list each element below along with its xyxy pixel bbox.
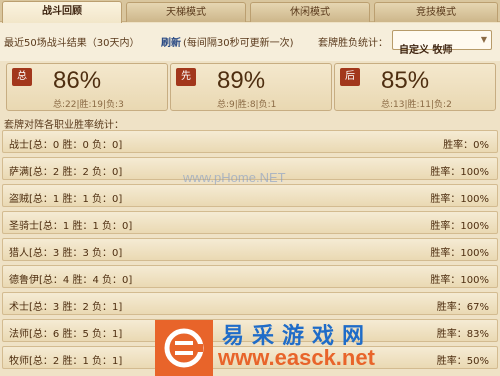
class-record: 盗贼[总：1 胜：1 负：0] [9,194,123,205]
stat-percent: 89% [217,67,266,94]
win-rate: 胜率：83% [436,329,489,340]
deck-select-value: 自定义 牧师 [399,45,453,56]
tab-battle-review[interactable]: 战斗回顾 [2,1,122,23]
class-record: 牧师[总：2 胜：1 负：1] [9,356,123,367]
list-item: 战士[总：0 胜：0 负：0] 胜率：0% [2,130,498,153]
class-record: 术士[总：3 胜：2 负：1] [9,302,123,313]
win-rate: 胜率：100% [430,221,489,232]
stat-card-first: 先 89% 总:9|胜:8|负:1 [170,63,332,111]
stat-badge: 后 [340,68,360,86]
tab-bar: 战斗回顾 天梯模式 休闲模式 竞技模式 [0,0,500,23]
stat-percent: 86% [53,67,102,94]
class-record: 法师[总：6 胜：5 负：1] [9,329,123,340]
deck-stats-label: 套牌胜负统计： [318,38,388,49]
stat-detail: 总:13|胜:11|负:2 [381,100,452,110]
chevron-down-icon: ▼ [480,35,487,44]
site-logo-url: www.easck.net [218,345,375,370]
tab-arena-mode[interactable]: 竞技模式 [374,2,498,22]
class-record: 圣骑士[总：1 胜：1 负：0] [9,221,133,232]
win-rate: 胜率：100% [430,275,489,286]
class-record: 萨满[总：2 胜：2 负：0] [9,167,123,178]
stat-detail: 总:22|胜:19|负:3 [53,100,124,110]
watermark-text: www.pHome.NET [183,170,286,185]
class-record: 德鲁伊[总：4 胜：4 负：0] [9,275,133,286]
stat-badge: 总 [12,68,32,86]
summary-label: 最近50场战斗结果（30天内） [4,38,140,49]
site-logo-icon [155,320,213,376]
stat-detail: 总:9|胜:8|负:1 [217,100,277,110]
win-rate: 胜率：100% [430,248,489,259]
toolbar: 最近50场战斗结果（30天内） 刷新 (每间隔30秒可更新一次) 套牌胜负统计：… [0,23,500,61]
win-rate: 胜率：100% [430,167,489,178]
refresh-link[interactable]: 刷新 [161,34,181,49]
list-item: 德鲁伊[总：4 胜：4 负：0] 胜率：100% [2,265,498,288]
win-rate: 胜率：100% [430,194,489,205]
stat-badge: 先 [176,68,196,86]
list-item: 术士[总：3 胜：2 负：1] 胜率：67% [2,292,498,315]
list-item: 盗贼[总：1 胜：1 负：0] 胜率：100% [2,184,498,207]
win-rate: 胜率：67% [436,302,489,313]
class-record: 猎人[总：3 胜：3 负：0] [9,248,123,259]
refresh-note: (每间隔30秒可更新一次) [183,38,294,49]
stat-card-total: 总 86% 总:22|胜:19|负:3 [6,63,168,111]
win-rate: 胜率：50% [436,356,489,367]
stat-card-second: 后 85% 总:13|胜:11|负:2 [334,63,496,111]
deck-select[interactable]: 自定义 牧师 ▼ [392,30,492,56]
tab-casual-mode[interactable]: 休闲模式 [250,2,370,22]
list-item: 猎人[总：3 胜：3 负：0] 胜率：100% [2,238,498,261]
section-title: 套牌对阵各职业胜率统计： [4,120,124,131]
stat-percent: 85% [381,67,430,94]
class-record: 战士[总：0 胜：0 负：0] [9,140,123,151]
win-rate: 胜率：0% [443,140,489,151]
tab-ladder-mode[interactable]: 天梯模式 [126,2,246,22]
list-item: 圣骑士[总：1 胜：1 负：0] 胜率：100% [2,211,498,234]
